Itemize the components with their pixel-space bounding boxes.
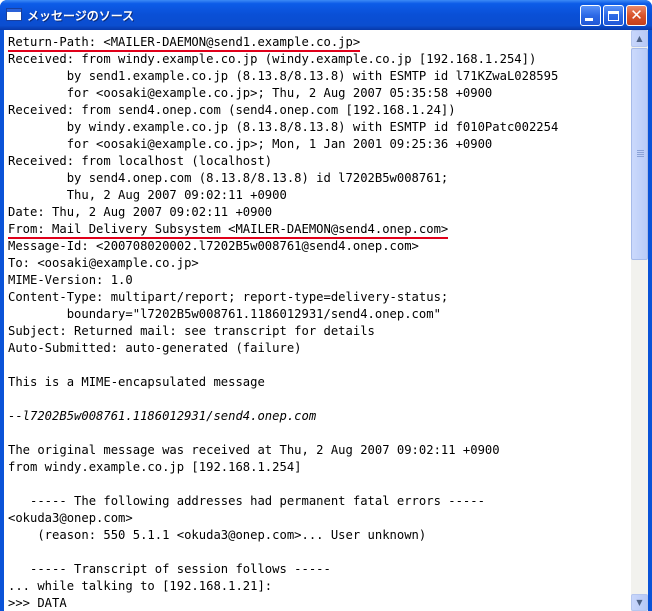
source-line: Thu, 2 Aug 2007 09:02:11 +0900 — [8, 187, 558, 204]
source-line: Return-Path: <MAILER-DAEMON@send1.exampl… — [8, 34, 558, 52]
client-area: Return-Path: <MAILER-DAEMON@send1.exampl… — [4, 30, 648, 611]
source-line — [8, 544, 558, 561]
source-line-text: Auto-Submitted: auto-generated (failure) — [8, 341, 302, 355]
source-line: Received: from windy.example.co.jp (wind… — [8, 51, 558, 68]
source-line: --l7202B5w008761.1186012931/send4.onep.c… — [8, 408, 558, 425]
source-line: The original message was received at Thu… — [8, 442, 558, 459]
minimize-icon — [585, 18, 593, 21]
source-line: Auto-Submitted: auto-generated (failure) — [8, 340, 558, 357]
source-line-text: <okuda3@onep.com> — [8, 511, 133, 525]
source-line-text: by send4.onep.com (8.13.8/8.13.8) id l72… — [8, 171, 449, 185]
source-line-text: Thu, 2 Aug 2007 09:02:11 +0900 — [8, 188, 287, 202]
source-line — [8, 476, 558, 493]
source-line-text: for <oosaki@example.co.jp>; Thu, 2 Aug 2… — [8, 86, 493, 100]
source-line: (reason: 550 5.1.1 <okuda3@onep.com>... … — [8, 527, 558, 544]
source-line-text: boundary="l7202B5w008761.1186012931/send… — [8, 307, 441, 321]
title-bar[interactable]: メッセージのソース ✕ — [0, 0, 652, 30]
source-line-text: Date: Thu, 2 Aug 2007 09:02:11 +0900 — [8, 205, 273, 219]
close-icon: ✕ — [630, 6, 643, 24]
source-line-text: ----- The following addresses had perman… — [8, 494, 485, 508]
source-line: for <oosaki@example.co.jp>; Thu, 2 Aug 2… — [8, 85, 558, 102]
window-icon[interactable] — [6, 8, 22, 21]
message-source-window: メッセージのソース ✕ Return-Path: <MAILER-DAEMON@… — [0, 0, 652, 611]
maximize-icon — [608, 10, 619, 21]
source-line: by windy.example.co.jp (8.13.8/8.13.8) w… — [8, 119, 559, 136]
source-line: From: Mail Delivery Subsystem <MAILER-DA… — [8, 221, 558, 239]
source-line-text: Content-Type: multipart/report; report-t… — [8, 290, 449, 304]
source-line: This is a MIME-encapsulated message — [8, 374, 558, 391]
source-line: boundary="l7202B5w008761.1186012931/send… — [8, 306, 558, 323]
source-line-text: From: Mail Delivery Subsystem <MAILER-DA… — [8, 222, 449, 239]
source-line-text: Received: from windy.example.co.jp (wind… — [8, 52, 537, 66]
source-line-text: This is a MIME-encapsulated message — [8, 375, 265, 389]
source-line: ----- Transcript of session follows ----… — [8, 561, 558, 578]
source-line-text: Received: from send4.onep.com (send4.one… — [8, 103, 456, 117]
source-line — [8, 357, 558, 374]
source-line-text: Return-Path: <MAILER-DAEMON@send1.exampl… — [8, 35, 361, 52]
source-line: MIME-Version: 1.0 — [8, 272, 558, 289]
source-line-text: Message-Id: <200708020002.l7202B5w008761… — [8, 239, 419, 253]
scroll-thumb[interactable] — [631, 48, 648, 260]
source-line: Received: from localhost (localhost) — [8, 153, 558, 170]
up-arrow-icon: ▲ — [636, 34, 643, 43]
window-title: メッセージのソース — [27, 9, 135, 23]
source-line-text: ... while talking to [192.168.1.21]: — [8, 579, 273, 593]
source-line-text: To: <oosaki@example.co.jp> — [8, 256, 199, 270]
source-line-text: >>> DATA — [8, 596, 67, 610]
source-line: Message-Id: <200708020002.l7202B5w008761… — [8, 238, 558, 255]
source-line-text: from windy.example.co.jp [192.168.1.254] — [8, 460, 302, 474]
down-arrow-icon: ▼ — [636, 598, 643, 607]
source-line: by send1.example.co.jp (8.13.8/8.13.8) w… — [8, 68, 559, 85]
source-line: for <oosaki@example.co.jp>; Mon, 1 Jan 2… — [8, 136, 558, 153]
source-line: >>> DATA — [8, 595, 558, 611]
source-line-text: ----- Transcript of session follows ----… — [8, 562, 331, 576]
scroll-up-button[interactable]: ▲ — [631, 30, 648, 47]
scroll-down-button[interactable]: ▼ — [631, 594, 648, 611]
maximize-button[interactable] — [603, 5, 624, 26]
source-line-text: by send1.example.co.jp (8.13.8/8.13.8) w… — [8, 69, 559, 83]
source-line: <okuda3@onep.com> — [8, 510, 558, 527]
source-line: Content-Type: multipart/report; report-t… — [8, 289, 558, 306]
grip-icon — [637, 150, 644, 158]
message-source-text[interactable]: Return-Path: <MAILER-DAEMON@send1.exampl… — [4, 30, 631, 611]
source-line: by send4.onep.com (8.13.8/8.13.8) id l72… — [8, 170, 558, 187]
source-line-text: (reason: 550 5.1.1 <okuda3@onep.com>... … — [8, 528, 427, 542]
source-line — [8, 425, 558, 442]
minimize-button[interactable] — [580, 5, 601, 26]
source-line: Subject: Returned mail: see transcript f… — [8, 323, 558, 340]
source-line: To: <oosaki@example.co.jp> — [8, 255, 558, 272]
source-line — [8, 391, 558, 408]
source-line: ... while talking to [192.168.1.21]: — [8, 578, 558, 595]
source-line: Date: Thu, 2 Aug 2007 09:02:11 +0900 — [8, 204, 558, 221]
source-line: from windy.example.co.jp [192.168.1.254] — [8, 459, 558, 476]
source-line: ----- The following addresses had perman… — [8, 493, 558, 510]
source-line-text: Subject: Returned mail: see transcript f… — [8, 324, 375, 338]
source-line-text: by windy.example.co.jp (8.13.8/8.13.8) w… — [8, 120, 559, 134]
source-lines: Return-Path: <MAILER-DAEMON@send1.exampl… — [8, 34, 558, 611]
source-line-text: MIME-Version: 1.0 — [8, 273, 133, 287]
source-line-text: The original message was received at Thu… — [8, 443, 500, 457]
source-line: Received: from send4.onep.com (send4.one… — [8, 102, 558, 119]
source-line-text: for <oosaki@example.co.jp>; Mon, 1 Jan 2… — [8, 137, 493, 151]
source-line-text: Received: from localhost (localhost) — [8, 154, 273, 168]
source-line-text: --l7202B5w008761.1186012931/send4.onep.c… — [8, 409, 317, 423]
close-button[interactable]: ✕ — [626, 5, 647, 26]
vertical-scrollbar[interactable]: ▲ ▼ — [631, 30, 648, 611]
